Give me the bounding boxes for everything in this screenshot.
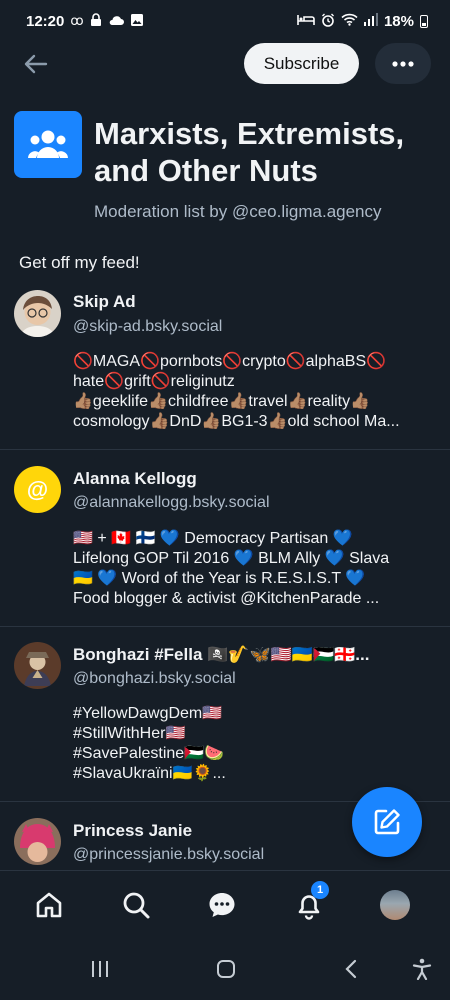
notification-badge: 1 [311,881,329,899]
list-description: Get off my feed! [19,253,140,272]
entry-handle: @bonghazi.bsky.social [73,670,236,687]
group-icon [28,130,68,158]
back-button[interactable] [20,48,52,80]
system-back-button[interactable] [336,954,366,984]
entry-name: Bonghazi #Fella 🏴‍☠️🎷🦋🇺🇸🇺🇦🇵🇸🇬🇪... [73,645,370,664]
status-left: 12:20 ꝏ [26,13,144,30]
at-sign-icon: @ [26,476,49,502]
subscribe-button[interactable]: Subscribe [244,43,359,84]
top-bar: Subscribe [0,42,450,88]
avatar [380,890,410,920]
system-navigation [0,936,450,1000]
nav-search[interactable] [114,883,158,927]
compose-icon [374,809,400,835]
arrow-left-icon [24,54,48,74]
home-icon [36,892,62,918]
status-time: 12:20 [26,12,65,30]
battery-icon [420,14,428,28]
accessibility-icon [412,958,432,980]
avatar[interactable] [14,642,61,689]
entry-name: Skip Ad [73,292,136,311]
battery-percent: 18% [383,12,414,30]
nav-chat[interactable] [200,883,244,927]
nav-profile[interactable] [373,883,417,927]
more-options-button[interactable] [375,43,431,84]
more-horizontal-icon [392,60,414,67]
accessibility-button[interactable] [407,954,437,984]
compose-button[interactable] [352,787,422,857]
home-circle-icon [217,960,235,978]
list-item[interactable]: @ Alanna Kellogg @alannakellogg.bsky.soc… [0,451,450,627]
chat-icon [209,893,235,917]
entry-name: Princess Janie [73,821,193,840]
alarm-icon [321,13,335,30]
signal-icon [363,13,378,29]
nav-home[interactable] [27,883,71,927]
chevron-left-icon [345,959,357,979]
status-bar: 12:20 ꝏ 18% [0,0,450,42]
wifi-icon [341,13,358,29]
image-icon [130,13,144,30]
bottom-navigation [0,870,450,936]
list-item[interactable]: Skip Ad @skip-ad.bsky.social 🚫MAGA🚫pornb… [0,282,450,450]
search-icon [123,892,150,919]
list-avatar [14,111,82,178]
recents-icon [92,961,108,977]
entry-bio: 🚫MAGA🚫pornbots🚫crypto🚫alphaBS🚫 hate🚫grif… [73,353,400,430]
lock-icon [90,12,102,30]
entry-handle: @skip-ad.bsky.social [73,318,223,335]
entry-bio: 🇺🇸 + 🇨🇦 🇫🇮 💙 Democracy Partisan 💙 Lifelo… [73,530,390,607]
avatar[interactable] [14,818,61,865]
avatar[interactable] [14,290,61,337]
entry-name: Alanna Kellogg [73,469,197,488]
home-system-button[interactable] [211,954,241,984]
list-item[interactable]: Bonghazi #Fella 🏴‍☠️🎷🦋🇺🇸🇺🇦🇵🇸🇬🇪... @bongh… [0,628,450,802]
recent-apps-button[interactable] [85,954,115,984]
list-subtitle[interactable]: Moderation list by @ceo.ligma.agency [94,202,382,222]
entry-handle: @alannakellogg.bsky.social [73,494,270,511]
avatar[interactable]: @ [14,466,61,513]
voicemail-icon: ꝏ [70,13,84,28]
list-title: Marxists, Extremists, and Other Nuts [94,116,405,188]
bed-icon [297,14,315,29]
cloud-icon [108,14,124,29]
status-right: 18% [297,13,428,30]
entry-bio: #YellowDawgDem🇺🇸 #StillWithHer🇺🇸 #SavePa… [73,705,226,782]
entry-handle: @princessjanie.bsky.social [73,846,265,863]
